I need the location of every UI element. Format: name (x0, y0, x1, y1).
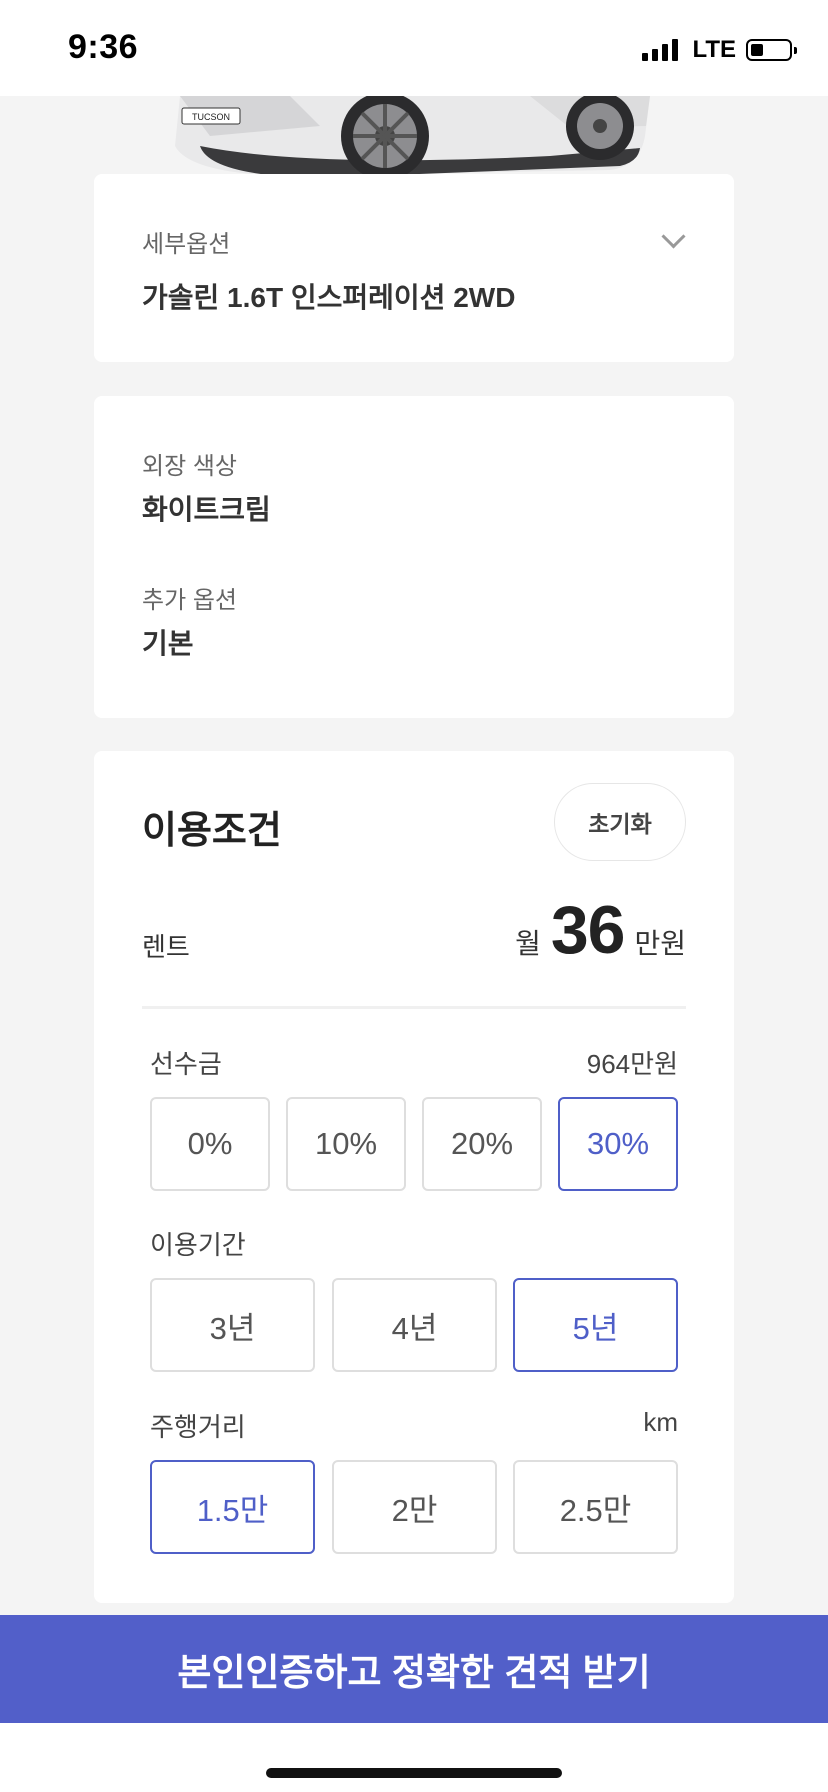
extra-option-value: 기본 (142, 628, 194, 659)
chevron-down-icon[interactable] (661, 224, 686, 249)
terms-card: 이용조건 초기화 렌트 월 36 만원 선수금 964만원 0% 10% 20%… (94, 751, 734, 1603)
trim-value: 가솔린 1.6T 인스퍼레이션 2WD (142, 282, 516, 313)
exterior-color-value: 화이트크림 (142, 494, 271, 525)
network-type: LTE (692, 36, 736, 63)
period-label: 이용기간 (150, 1230, 246, 1260)
mileage-label: 주행거리 (150, 1412, 246, 1442)
deposit-amount: 964만원 (586, 1049, 678, 1079)
options-card: 외장 색상 화이트크림 추가 옵션 기본 (94, 396, 734, 718)
period-option-5y[interactable]: 5년 (513, 1278, 678, 1372)
monthly-price: 월 36 만원 (515, 891, 686, 969)
price-value: 36 (550, 892, 626, 968)
status-indicators: LTE (642, 36, 797, 64)
trim-label: 세부옵션 (142, 231, 231, 258)
mileage-option-20k[interactable]: 2만 (332, 1460, 497, 1554)
deposit-option-10[interactable]: 10% (286, 1097, 406, 1191)
deposit-option-20[interactable]: 20% (422, 1097, 542, 1191)
terms-title: 이용조건 (142, 810, 282, 852)
license-plate: TUCSON (192, 112, 230, 122)
mileage-unit: km (643, 1407, 678, 1437)
price-unit: 만원 (634, 928, 686, 959)
divider (142, 1006, 686, 1009)
period-option-3y[interactable]: 3년 (150, 1278, 315, 1372)
status-time: 9:36 (68, 28, 139, 66)
price-prefix: 월 (515, 928, 541, 959)
home-area (0, 1723, 828, 1792)
deposit-label: 선수금 (150, 1049, 222, 1079)
home-indicator[interactable] (266, 1768, 562, 1778)
mileage-option-15k[interactable]: 1.5만 (150, 1460, 315, 1554)
get-quote-button[interactable]: 본인인증하고 정확한 견적 받기 (0, 1615, 828, 1723)
extra-option-label: 추가 옵션 (142, 587, 237, 614)
period-option-4y[interactable]: 4년 (332, 1278, 497, 1372)
reset-button[interactable]: 초기화 (554, 783, 686, 861)
exterior-color-label: 외장 색상 (142, 453, 237, 480)
trim-select[interactable]: 세부옵션 가솔린 1.6T 인스퍼레이션 2WD (94, 174, 734, 362)
status-bar: 9:36 LTE (0, 0, 828, 96)
cellular-signal-icon (642, 39, 679, 61)
mileage-option-25k[interactable]: 2.5만 (513, 1460, 678, 1554)
rent-label: 렌트 (142, 932, 190, 962)
deposit-option-0[interactable]: 0% (150, 1097, 270, 1191)
deposit-option-30[interactable]: 30% (558, 1097, 678, 1191)
battery-icon (746, 39, 797, 61)
